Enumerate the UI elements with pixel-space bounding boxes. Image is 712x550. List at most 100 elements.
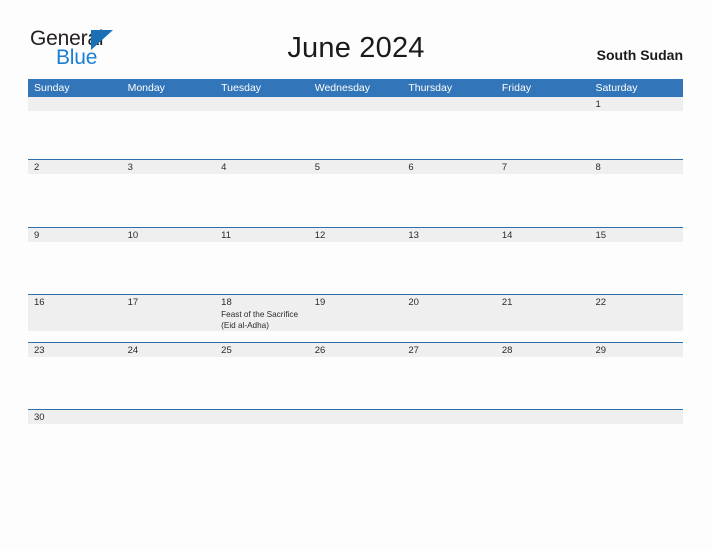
day-cell-6[interactable]: 6: [402, 160, 496, 174]
week-body: [28, 357, 683, 409]
calendar-grid: Sunday Monday Tuesday Wednesday Thursday…: [28, 79, 683, 430]
day-cell-21[interactable]: 21: [496, 295, 590, 331]
week-body: [28, 424, 683, 430]
calendar-week-row: 9 10 11 12 13 14 15: [28, 227, 683, 294]
day-number: 3: [127, 162, 133, 173]
day-number: 19: [314, 297, 326, 308]
day-cell-empty: [309, 410, 403, 424]
week-date-strip: 23 24 25 26 27 28 29: [28, 343, 683, 357]
week-body: [28, 242, 683, 294]
day-cell-19[interactable]: 19: [309, 295, 403, 331]
day-cell-4[interactable]: 4: [215, 160, 309, 174]
day-cell-13[interactable]: 13: [402, 228, 496, 242]
calendar-week-row: 23 24 25 26 27 28 29: [28, 342, 683, 409]
day-number: 12: [314, 230, 326, 241]
week-date-strip: 16 17 18 Feast of the Sacrifice (Eid al-Adh…: [28, 295, 683, 331]
day-number: 18: [221, 297, 232, 308]
day-cell-10[interactable]: 10: [122, 228, 216, 242]
day-cell-empty: [122, 410, 216, 424]
day-cell-8[interactable]: 8: [589, 160, 683, 174]
day-number: 16: [34, 297, 45, 308]
day-cell-empty: [496, 97, 590, 111]
day-cell-empty: [589, 410, 683, 424]
day-number: 7: [501, 162, 508, 173]
week-date-strip: 30: [28, 410, 683, 424]
day-cell-empty: [215, 410, 309, 424]
day-number: 27: [408, 345, 419, 356]
weekday-header-row: Sunday Monday Tuesday Wednesday Thursday…: [28, 79, 683, 97]
calendar-week-row: 16 17 18 Feast of the Sacrifice (Eid al-Adh…: [28, 294, 683, 342]
weekday-monday: Monday: [127, 82, 165, 94]
day-cell-20[interactable]: 20: [402, 295, 496, 331]
day-cell-22[interactable]: 22: [589, 295, 683, 331]
day-number: 2: [34, 162, 40, 173]
day-cell-empty: [122, 97, 216, 111]
day-number: 20: [408, 297, 419, 308]
day-cell-30[interactable]: 30: [28, 410, 122, 424]
day-number: 22: [595, 297, 607, 308]
week-body: [28, 174, 683, 227]
day-cell-25[interactable]: 25: [215, 343, 309, 357]
day-cell-5[interactable]: 5: [309, 160, 403, 174]
day-number: 10: [127, 230, 139, 241]
day-cell-23[interactable]: 23: [28, 343, 122, 357]
day-cell-empty: [28, 97, 122, 111]
day-number: 30: [34, 412, 45, 423]
day-cell-24[interactable]: 24: [122, 343, 216, 357]
day-cell-14[interactable]: 14: [496, 228, 590, 242]
day-cell-15[interactable]: 15: [589, 228, 683, 242]
calendar-week-row: 30: [28, 409, 683, 430]
day-number: 23: [34, 345, 45, 356]
day-number: 9: [34, 230, 40, 241]
day-cell-17[interactable]: 17: [122, 295, 216, 331]
calendar-week-row: 2 3 4 5 6 7 8: [28, 159, 683, 227]
day-cell-2[interactable]: 2: [28, 160, 122, 174]
week-date-strip: 9 10 11 12 13 14 15: [28, 228, 683, 242]
day-number: 14: [501, 230, 513, 241]
day-cell-27[interactable]: 27: [402, 343, 496, 357]
weekday-wednesday: Wednesday: [314, 82, 370, 94]
day-number: 6: [408, 162, 414, 173]
day-cell-empty: [402, 410, 496, 424]
day-number: 1: [595, 99, 601, 110]
day-cell-empty: [309, 97, 403, 111]
day-cell-3[interactable]: 3: [122, 160, 216, 174]
day-number: 11: [221, 230, 232, 241]
day-number: 26: [314, 345, 326, 356]
day-cell-empty: [402, 97, 496, 111]
week-body: [28, 331, 683, 342]
day-number: 28: [501, 345, 513, 356]
day-cell-empty: [496, 410, 590, 424]
weekday-thursday: Thursday: [408, 82, 453, 94]
day-number: 4: [221, 162, 227, 173]
day-cell-12[interactable]: 12: [309, 228, 403, 242]
weekday-sunday: Sunday: [34, 82, 70, 94]
day-cell-18[interactable]: 18 Feast of the Sacrifice (Eid al-Adha): [215, 295, 309, 331]
day-number: 24: [127, 345, 139, 356]
page-header: General Blue June 2024 South Sudan: [0, 0, 712, 78]
day-number: 29: [595, 345, 607, 356]
day-cell-7[interactable]: 7: [496, 160, 590, 174]
day-cell-29[interactable]: 29: [589, 343, 683, 357]
week-date-strip: 1: [28, 97, 683, 111]
day-cell-16[interactable]: 16: [28, 295, 122, 331]
day-number: 17: [127, 297, 139, 308]
day-cell-empty: [215, 97, 309, 111]
day-cell-1[interactable]: 1: [589, 97, 683, 111]
region-label: South Sudan: [596, 47, 683, 63]
calendar-weeks: 1 2 3 4 5 6 7 8 9 10 11 12 13 14 15 16 17 18 Feast of the …: [28, 97, 683, 430]
day-cell-9[interactable]: 9: [28, 228, 122, 242]
day-number: 25: [221, 345, 232, 356]
week-body: [28, 111, 683, 159]
calendar-week-row: 1: [28, 97, 683, 159]
day-number: 21: [501, 297, 513, 308]
day-number: 15: [595, 230, 607, 241]
day-number: 5: [314, 162, 321, 173]
holiday-label: Feast of the Sacrifice (Eid al-Adha): [221, 310, 299, 330]
weekday-friday: Friday: [501, 82, 532, 94]
day-cell-28[interactable]: 28: [496, 343, 590, 357]
weekday-saturday: Saturday: [595, 82, 638, 94]
day-cell-11[interactable]: 11: [215, 228, 309, 242]
day-number: 13: [408, 230, 419, 241]
day-cell-26[interactable]: 26: [309, 343, 403, 357]
